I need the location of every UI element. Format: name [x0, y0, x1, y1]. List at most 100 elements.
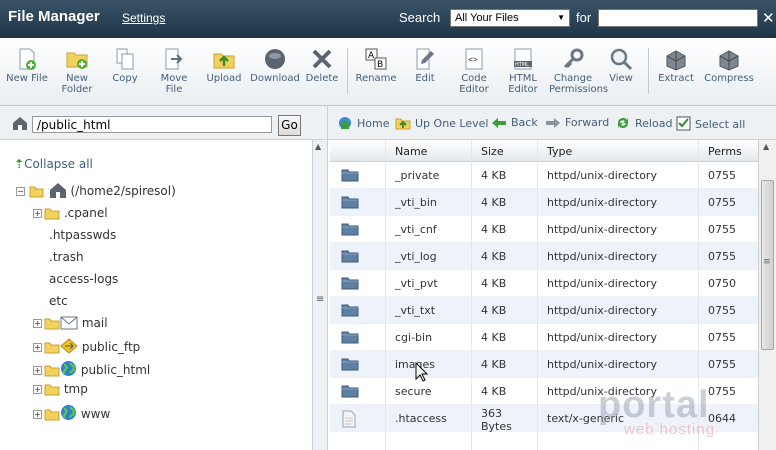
table-row[interactable]: _vti_txt 4 KB httpd/unix-directory 0755: [330, 297, 758, 324]
expand-toggle-icon[interactable]: +: [33, 410, 42, 419]
rename-button[interactable]: AB Rename: [354, 47, 398, 84]
tree-item-label: .htpasswds: [49, 228, 117, 242]
home-icon: [339, 117, 351, 129]
tree-item-label: public_ftp: [81, 340, 141, 354]
upload-button[interactable]: Upload: [204, 47, 244, 84]
forward-button[interactable]: Forward: [545, 116, 609, 129]
table-row[interactable]: _vti_cnf 4 KB httpd/unix-directory 0755: [330, 216, 758, 243]
globe-icon: [61, 405, 76, 420]
tree-root[interactable]: − (/home2/spiresol): [16, 182, 176, 198]
html-editor-button[interactable]: HTML HTML Editor: [503, 47, 543, 95]
tree-item[interactable]: + mail: [33, 316, 108, 330]
app-title: File Manager: [8, 8, 100, 25]
compress-icon: [719, 50, 739, 71]
code-editor-icon: <>: [465, 48, 483, 70]
folder-icon: [44, 318, 60, 330]
change-permissions-button[interactable]: Change Permissions: [549, 47, 608, 95]
column-header-perms[interactable]: Perms: [708, 145, 742, 158]
magnifier-icon: [610, 48, 633, 71]
extract-button[interactable]: Extract: [655, 47, 697, 84]
file-name[interactable]: secure: [395, 385, 432, 398]
view-button[interactable]: View: [605, 47, 637, 84]
table-row[interactable]: _private 4 KB httpd/unix-directory 0755: [330, 162, 758, 189]
file-size: 4 KB: [481, 196, 507, 209]
search-input[interactable]: [598, 9, 758, 27]
compress-button[interactable]: Compress: [703, 47, 755, 84]
checkbox-checked-icon: [676, 116, 691, 131]
tree-item[interactable]: + www: [33, 404, 110, 421]
expand-toggle-icon[interactable]: +: [33, 366, 42, 375]
forward-label: Forward: [565, 116, 610, 129]
file-size: 4 KB: [481, 277, 507, 290]
delete-button[interactable]: Delete: [303, 47, 341, 84]
table-row[interactable]: images 4 KB httpd/unix-directory 0755: [330, 351, 758, 378]
scroll-up-icon[interactable]: ▲: [315, 142, 321, 151]
table-row[interactable]: cgi-bin 4 KB httpd/unix-directory 0755: [330, 324, 758, 351]
tree-item[interactable]: access-logs: [49, 272, 118, 286]
file-type: httpd/unix-directory: [547, 169, 657, 182]
expand-toggle-icon[interactable]: +: [33, 319, 42, 328]
tree-item[interactable]: + .cpanel: [33, 206, 108, 220]
pane-splitter[interactable]: ▲ ≡: [312, 140, 328, 450]
column-header-name[interactable]: Name: [395, 145, 427, 158]
settings-link[interactable]: Settings: [122, 11, 165, 25]
vertical-scrollbar[interactable]: ▲ ≡: [758, 140, 776, 450]
new-file-button[interactable]: New File: [4, 47, 50, 84]
reload-button[interactable]: Reload: [615, 116, 672, 130]
path-input[interactable]: /public_html: [32, 116, 272, 133]
file-name[interactable]: _vti_cnf: [395, 223, 437, 236]
grip-icon: ≡: [763, 257, 771, 267]
edit-button[interactable]: Edit: [408, 47, 442, 84]
move-file-label: Move File: [160, 73, 188, 95]
file-name[interactable]: _vti_pvt: [395, 277, 438, 290]
file-name[interactable]: .htaccess: [395, 412, 447, 425]
collapse-all-button[interactable]: ⇡Collapse all: [14, 157, 93, 171]
new-folder-label: New Folder: [61, 73, 93, 95]
table-row[interactable]: _vti_bin 4 KB httpd/unix-directory 0755: [330, 189, 758, 216]
expand-toggle-icon[interactable]: +: [33, 343, 42, 352]
file-size: 4 KB: [481, 223, 507, 236]
open-folder-icon: [29, 186, 44, 198]
expand-toggle-icon[interactable]: +: [33, 385, 42, 394]
toolbar-separator: [347, 48, 348, 94]
rename-label: Rename: [355, 73, 397, 84]
column-header-type[interactable]: Type: [547, 145, 572, 158]
search-scope-select[interactable]: All Your Files ▼: [450, 9, 570, 27]
select-all-button[interactable]: Select all: [676, 116, 745, 131]
code-editor-button[interactable]: <> Code Editor: [454, 47, 494, 95]
file-name[interactable]: _vti_bin: [395, 196, 437, 209]
file-name[interactable]: cgi-bin: [395, 331, 432, 344]
tree-item[interactable]: + public_html: [33, 360, 150, 377]
upload-label: Upload: [206, 73, 242, 84]
scrollbar-thumb[interactable]: ≡: [761, 180, 774, 350]
new-file-label: New File: [6, 73, 48, 84]
grip-icon: ≡: [316, 294, 325, 305]
up-one-level-button[interactable]: Up One Level: [395, 116, 488, 130]
go-button[interactable]: Go: [278, 115, 301, 136]
home-icon: [13, 117, 27, 130]
copy-button[interactable]: Copy: [106, 47, 144, 84]
tree-item[interactable]: + public_ftp: [33, 338, 140, 354]
back-button[interactable]: Back: [491, 116, 538, 129]
table-row[interactable]: _vti_pvt 4 KB httpd/unix-directory 0750: [330, 270, 758, 297]
file-perms: 0755: [708, 223, 736, 236]
file-name[interactable]: _vti_txt: [395, 304, 435, 317]
file-name[interactable]: _private: [395, 169, 439, 182]
file-perms: 0755: [708, 304, 736, 317]
column-header-size[interactable]: Size: [481, 145, 504, 158]
download-button[interactable]: Download: [250, 47, 300, 84]
close-icon[interactable]: ✕: [762, 9, 775, 27]
tree-item[interactable]: etc: [49, 294, 68, 308]
globe-icon: [61, 361, 76, 376]
home-button[interactable]: Home: [338, 116, 389, 130]
tree-item[interactable]: .trash: [49, 250, 84, 264]
new-folder-button[interactable]: New Folder: [55, 47, 99, 95]
tree-item[interactable]: .htpasswds: [49, 228, 116, 242]
file-name[interactable]: _vti_log: [395, 250, 437, 263]
select-all-label: Select all: [695, 118, 746, 131]
tree-item[interactable]: + tmp: [33, 382, 88, 396]
table-row[interactable]: _vti_log 4 KB httpd/unix-directory 0755: [330, 243, 758, 270]
move-file-button[interactable]: Move File: [154, 47, 194, 95]
expand-toggle-icon[interactable]: +: [33, 209, 42, 218]
scroll-up-icon[interactable]: ▲: [763, 142, 769, 151]
